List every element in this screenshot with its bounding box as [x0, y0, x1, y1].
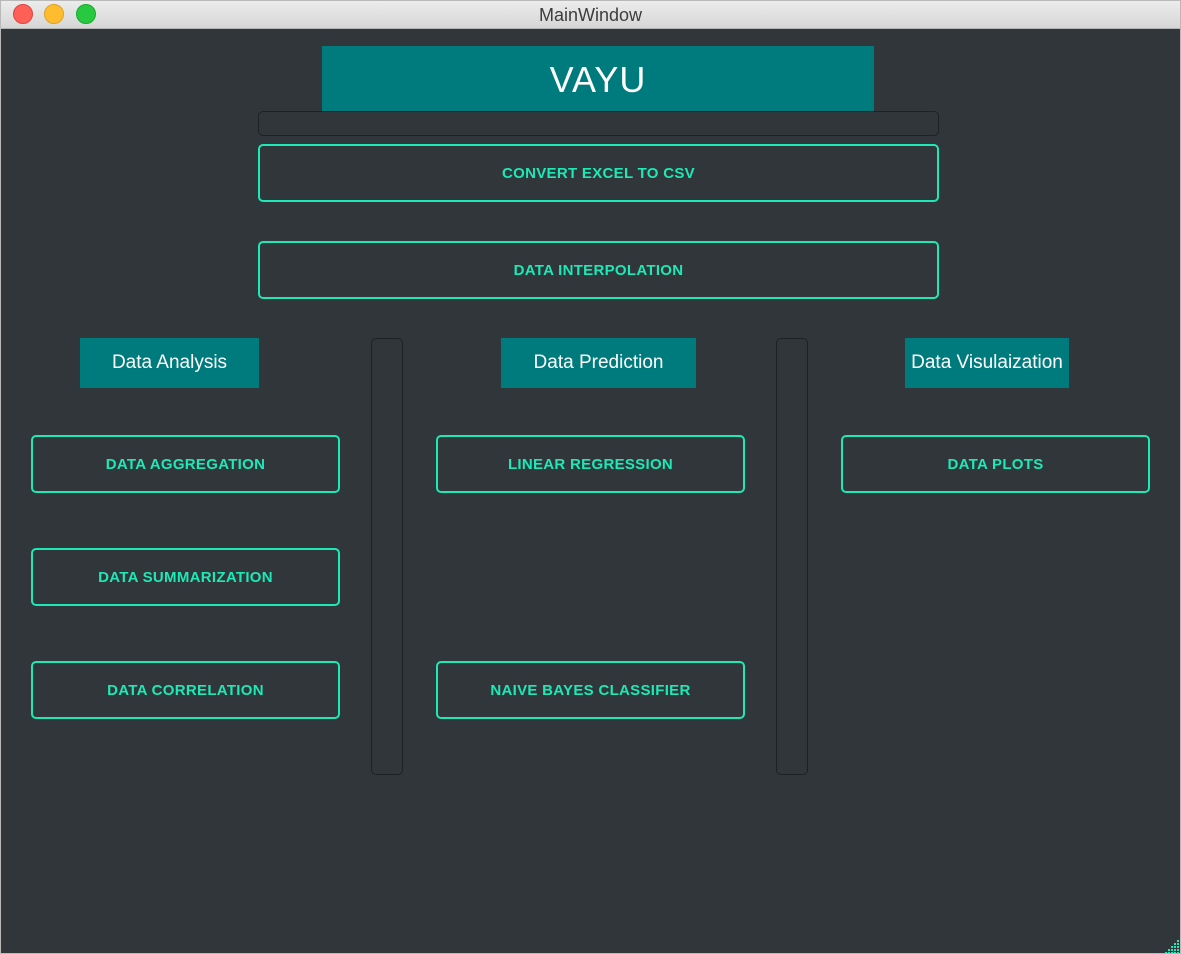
data-aggregation-button[interactable]: DATA AGGREGATION — [31, 435, 340, 493]
column-divider-right — [776, 338, 808, 775]
data-prediction-label: Data Prediction — [501, 338, 696, 388]
data-interpolation-button[interactable]: DATA INTERPOLATION — [258, 241, 939, 299]
data-visualization-label: Data Visulaization — [905, 338, 1069, 388]
linear-regression-button[interactable]: LINEAR REGRESSION — [436, 435, 745, 493]
title-bar[interactable]: MainWindow — [1, 1, 1180, 29]
client-area: VAYU CONVERT EXCEL TO CSV DATA INTERPOLA… — [1, 29, 1180, 954]
column-divider-left — [371, 338, 403, 775]
resize-grip-icon[interactable] — [1162, 937, 1180, 954]
window-title: MainWindow — [538, 5, 643, 25]
data-summarization-button[interactable]: DATA SUMMARIZATION — [31, 548, 340, 606]
main-window: MainWindow VAYU CONVERT EXCEL TO CSV DAT… — [0, 0, 1181, 954]
convert-excel-to-csv-button[interactable]: CONVERT EXCEL TO CSV — [258, 144, 939, 202]
app-banner: VAYU — [322, 46, 874, 111]
naive-bayes-classifier-button[interactable]: NAIVE BAYES CLASSIFIER — [436, 661, 745, 719]
data-plots-button[interactable]: DATA PLOTS — [841, 435, 1150, 493]
progress-bar — [258, 111, 939, 136]
data-correlation-button[interactable]: DATA CORRELATION — [31, 661, 340, 719]
data-analysis-label: Data Analysis — [80, 338, 259, 388]
